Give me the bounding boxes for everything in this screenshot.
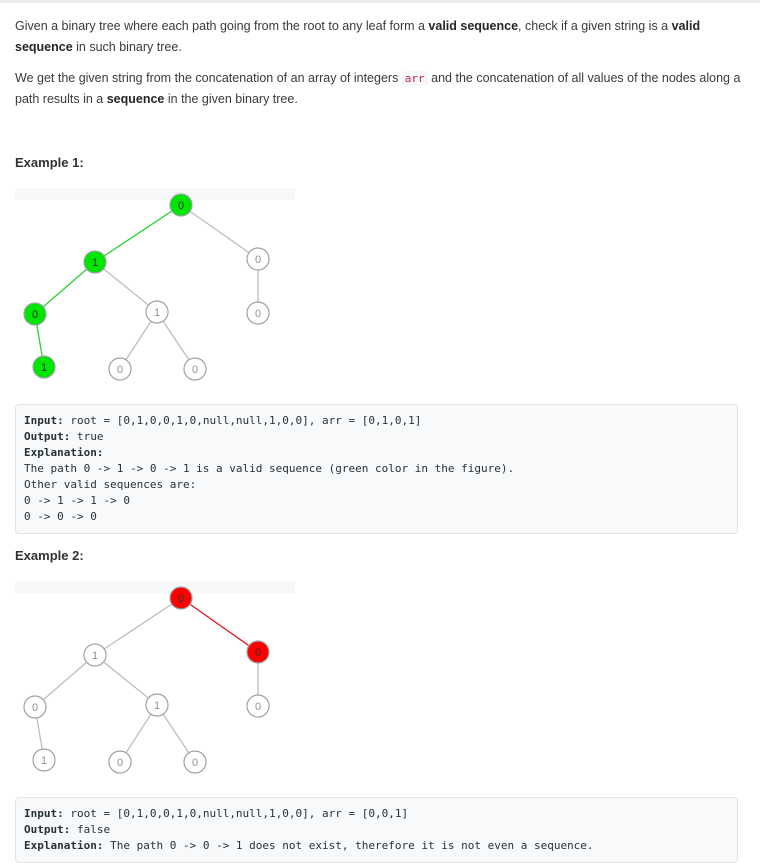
code-line: Output: true [24,429,737,445]
tree-node: 1 [83,643,107,667]
example-2-title: Example 2: [15,548,84,563]
tree-node: 1 [83,250,107,274]
tree-node: 0 [246,640,270,664]
code-line: The path 0 -> 1 -> 0 -> 1 is a valid seq… [24,461,737,477]
tree-node-label: 1 [92,650,98,662]
tree-node-label: 0 [192,364,198,376]
tree-node-label: 0 [117,364,123,376]
text-run: true [70,430,104,443]
example-2-tree-figure: 0 1 0 0 1 0 1 0 0 [0,573,310,778]
text-run: 0 -> 0 -> 0 [24,510,97,523]
text-run: We get the given string from the concate… [15,71,402,85]
code-line: Output: false [24,822,737,838]
tree-edge [34,654,96,708]
tree-edge [94,654,158,706]
figure-band [15,188,295,200]
tree-node-label: 0 [178,200,184,212]
tree-edge [94,204,182,263]
example-2-tree-svg: 0 1 0 0 1 0 1 0 0 [15,581,295,774]
example-1-tree-svg: 0 1 0 0 1 0 1 0 0 [15,188,295,381]
text-run: in the given binary tree. [164,92,298,106]
tree-node-label: 0 [255,701,261,713]
intro-paragraph-1: Given a binary tree where each path goin… [15,16,750,58]
tree-edge [180,597,259,653]
tree-edge [180,204,259,260]
tree-edge [34,261,96,315]
code-line: Input: root = [0,1,0,0,1,0,null,null,1,0… [24,806,737,822]
tree-node-label: 0 [192,757,198,769]
code-line: Other valid sequences are: [24,477,737,493]
text-run: Given a binary tree where each path goin… [15,19,429,33]
text-run: false [70,823,111,836]
example-1-title: Example 1: [15,155,84,170]
tree-node: 1 [145,300,169,324]
example-2-code-block: Input: root = [0,1,0,0,1,0,null,null,1,0… [15,797,738,863]
tree-node: 0 [246,301,270,325]
tree-edge [94,261,158,313]
tree-node: 1 [32,748,56,772]
top-divider [0,0,760,3]
bold-term: Output: [24,430,71,443]
figure-band [15,581,295,593]
text-run: root = [0,1,0,0,1,0,null,null,1,0,0], ar… [63,414,422,427]
bold-term: Explanation: [24,839,104,852]
tree-node-label: 0 [178,593,184,605]
tree-node-label: 1 [154,307,160,319]
tree-node: 0 [23,695,47,719]
tree-node: 0 [246,247,270,271]
code-line: 0 -> 0 -> 0 [24,509,737,525]
tree-node-label: 1 [41,362,47,374]
tree-node: 0 [23,302,47,326]
code-line: Explanation: The path 0 -> 0 -> 1 does n… [24,838,737,854]
bold-term: Input: [24,414,64,427]
bold-term: sequence [106,92,165,106]
text-run: in such binary tree. [72,40,182,54]
tree-node: 0 [108,357,132,381]
bold-term: Explanation: [24,446,104,459]
tree-node: 1 [145,693,169,717]
tree-node-label: 0 [117,757,123,769]
code-line: 0 -> 1 -> 1 -> 0 [24,493,737,509]
tree-node: 0 [169,586,193,610]
bold-term: Input: [24,807,64,820]
tree-node: 0 [246,694,270,718]
tree-node-label: 1 [154,700,160,712]
tree-node: 0 [183,750,207,774]
tree-node-label: 0 [255,254,261,266]
text-run: Other valid sequences are: [24,478,197,491]
bold-term: Output: [24,823,71,836]
text-run: The path 0 -> 0 -> 1 does not exist, the… [103,839,594,852]
text-run: The path 0 -> 1 -> 0 -> 1 is a valid seq… [24,462,515,475]
code-line: Input: root = [0,1,0,0,1,0,null,null,1,0… [24,413,737,429]
intro-paragraph-2: We get the given string from the concate… [15,68,750,110]
tree-node-label: 1 [92,257,98,269]
text-run: root = [0,1,0,0,1,0,null,null,1,0,0], ar… [63,807,409,820]
inline-code: arr [401,71,428,86]
tree-node: 0 [169,193,193,217]
tree-node-label: 0 [32,702,38,714]
code-line: Explanation: [24,445,737,461]
bold-term: valid sequence [428,19,519,33]
tree-node-label: 0 [255,308,261,320]
tree-node: 0 [108,750,132,774]
tree-node-label: 0 [32,309,38,321]
tree-node: 0 [183,357,207,381]
text-run: 0 -> 1 -> 1 -> 0 [24,494,130,507]
tree-node-label: 0 [255,647,261,659]
example-1-tree-figure: 0 1 0 0 1 0 1 0 0 [0,180,310,385]
tree-node: 1 [32,355,56,379]
text-run: , check if a given string is a [518,19,672,33]
tree-node-label: 1 [41,755,47,767]
tree-edge [94,597,182,656]
example-1-code-block: Input: root = [0,1,0,0,1,0,null,null,1,0… [15,404,738,534]
